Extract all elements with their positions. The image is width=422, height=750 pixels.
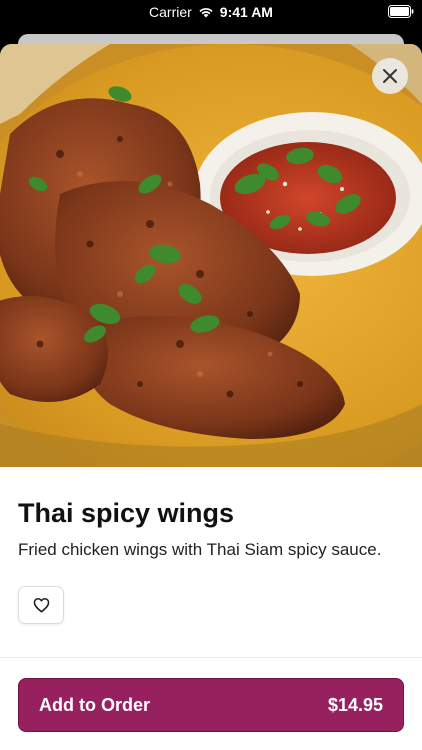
divider: [0, 657, 422, 658]
heart-icon: [33, 597, 50, 613]
close-button[interactable]: [372, 58, 408, 94]
item-photo: [0, 44, 422, 467]
status-center: Carrier 9:41 AM: [0, 4, 422, 20]
item-title: Thai spicy wings: [18, 498, 235, 528]
screen: Carrier 9:41 AM Thai spicy wings Fried c…: [0, 0, 422, 750]
add-to-order-button[interactable]: Add to Order $14.95: [18, 678, 404, 732]
wifi-icon: [198, 6, 214, 18]
favorite-button[interactable]: [18, 586, 64, 624]
carrier-label: Carrier: [149, 4, 192, 20]
status-bar: Carrier 9:41 AM: [0, 0, 422, 26]
price-label: $14.95: [327, 694, 383, 715]
item-detail-sheet: Thai spicy wings Fried chicken wings wit…: [0, 44, 422, 750]
item-details: Thai spicy wings Fried chicken wings wit…: [0, 467, 422, 624]
battery-icon: [388, 5, 414, 18]
add-to-order-label: Add to Order: [39, 694, 150, 715]
item-description: Fried chicken wings with Thai Siam spicy…: [18, 540, 382, 559]
food-illustration: [0, 44, 422, 467]
clock-label: 9:41 AM: [219, 4, 273, 20]
close-icon: [382, 68, 398, 84]
